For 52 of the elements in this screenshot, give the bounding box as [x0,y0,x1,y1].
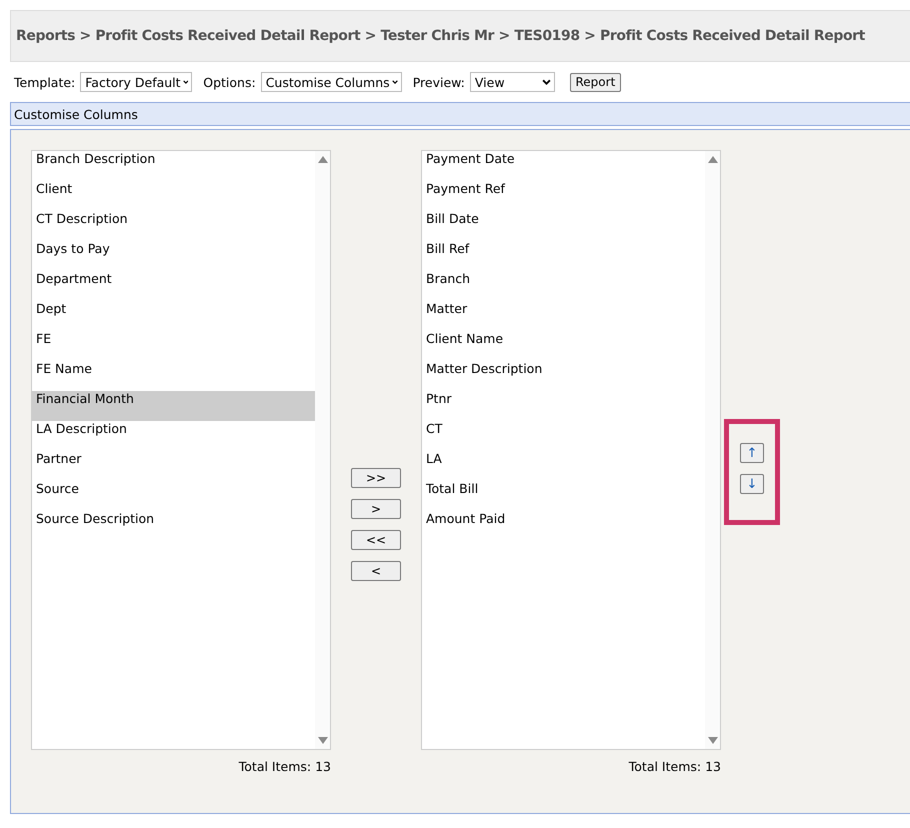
scroll-down-icon[interactable] [708,737,718,745]
list-item[interactable]: LA [422,451,705,481]
list-item[interactable]: Branch Description [32,151,315,181]
move-button[interactable]: < [351,561,401,581]
list-item[interactable]: Matter Description [422,361,705,391]
scroll-up-icon[interactable] [318,155,328,163]
list-item[interactable]: Dept [32,301,315,331]
list-item[interactable]: Bill Date [422,211,705,241]
template-dropdown[interactable]: Factory Default [80,72,192,92]
list-item[interactable]: Total Bill [422,481,705,511]
list-item[interactable]: FE [32,331,315,361]
list-item[interactable]: Days to Pay [32,241,315,271]
move-button[interactable]: << [351,530,401,550]
section-title: Customise Columns [14,106,138,122]
total-items: Total Items: 13 [628,759,721,774]
list-item[interactable]: Financial Month [32,391,315,421]
list-item[interactable]: Bill Ref [422,241,705,271]
list-item[interactable]: Source [32,481,315,511]
chosen-column-list[interactable]: Payment Date Payment Ref Bill Date Bill Ref Branch Matter Client Name Matter Description Ptnr CT LA Total Bill Amount Paid [421,150,721,750]
list-item[interactable]: Partner [32,451,315,481]
list-item[interactable]: Ptnr [422,391,705,421]
report-button[interactable]: Report [570,72,621,92]
options-label: Options: [203,74,256,90]
list-item[interactable]: Client [32,181,315,211]
template-label: Template: [14,74,76,90]
available-column-list[interactable]: Branch Description Client CT Description Days to Pay Department Dept FE FE Name Financial Month LA Description Partner Source Source Description [31,150,331,750]
list-item[interactable]: Amount Paid [422,511,705,541]
list-item[interactable]: Department [32,271,315,301]
total-items: Total Items: 13 [238,759,331,774]
scroll-down-icon[interactable] [318,737,328,745]
list-item[interactable]: Matter [422,301,705,331]
move-button[interactable]: >> [351,468,401,488]
list-item[interactable]: Source Description [32,511,315,541]
list-item[interactable]: CT [422,421,705,451]
scroll-up-icon[interactable] [708,155,718,163]
preview-dropdown[interactable]: View [470,72,555,92]
list-item[interactable]: FE Name [32,361,315,391]
preview-label: Preview: [412,74,465,90]
caret-icon [542,79,551,85]
list-item[interactable]: CT Description [32,211,315,241]
list-item[interactable]: Payment Ref [422,181,705,211]
caret-icon [392,79,398,85]
list-item[interactable]: Client Name [422,331,705,361]
options-dropdown[interactable]: Customise Columns [260,72,402,92]
order-button[interactable]: ↓ [740,474,764,494]
move-button[interactable]: > [351,499,401,519]
breadcrumb: Reports > Profit Costs Received Detail Report > Tester Chris Mr > TES0198 > Profit Costs Received Detail Report [16,28,865,44]
list-item[interactable]: Branch [422,271,705,301]
order-button[interactable]: ↑ [740,443,764,463]
list-item[interactable]: Payment Date [422,151,705,181]
caret-icon [182,79,188,85]
list-item[interactable]: LA Description [32,421,315,451]
